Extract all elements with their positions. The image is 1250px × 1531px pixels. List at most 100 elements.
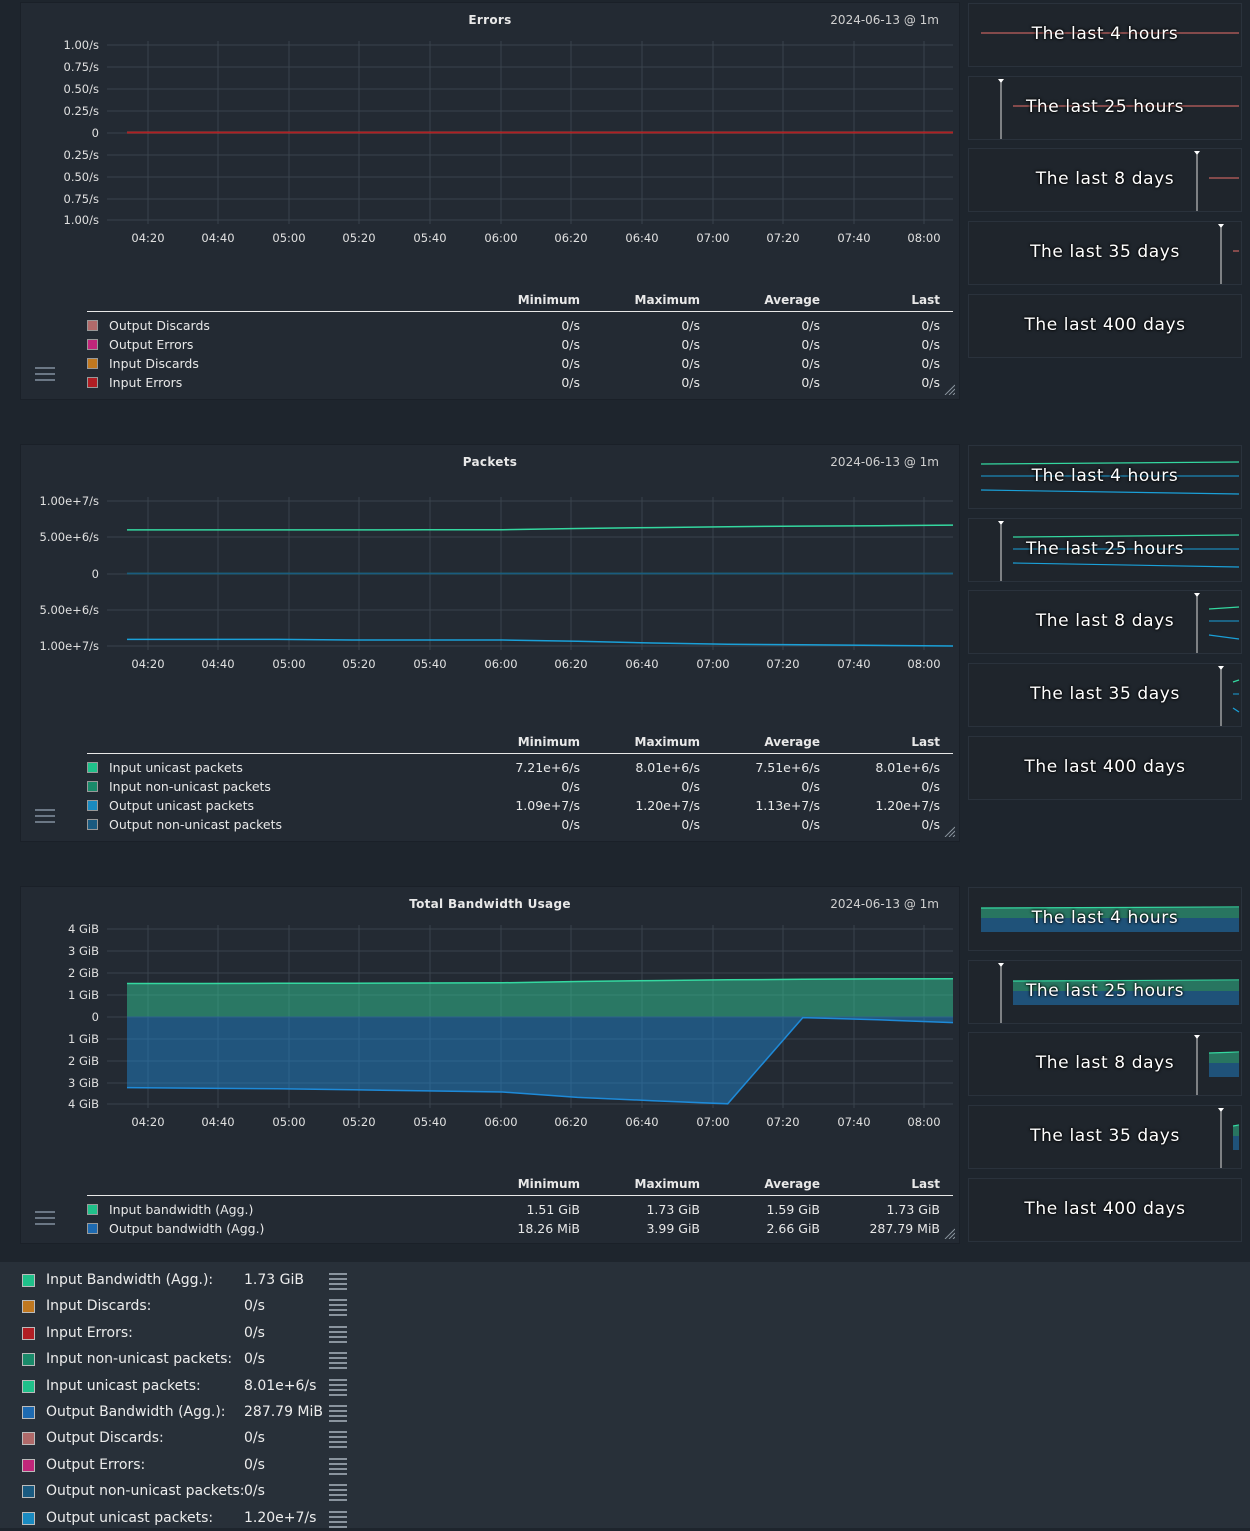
timerange-thumbnail[interactable]: The last 400 days — [968, 294, 1242, 358]
stat-max: 1.20e+7/s — [635, 798, 700, 813]
thumbnail-label: The last 25 hours — [1025, 981, 1185, 1001]
x-tick-label: 05:20 — [342, 1115, 375, 1129]
resize-handle-icon[interactable] — [943, 1227, 955, 1239]
panel-menu-icon[interactable] — [35, 1211, 55, 1227]
series-swatch — [22, 1300, 35, 1314]
x-tick-label: 06:40 — [625, 1115, 658, 1129]
y-tick-label: 1.00e+7/s — [40, 639, 100, 653]
stats-header-max: Maximum — [634, 293, 700, 307]
legend-name: Input unicast packets: — [46, 1377, 201, 1394]
series-line — [127, 638, 954, 647]
y-tick-label: 1 GiB — [68, 988, 99, 1002]
panel-menu-icon[interactable] — [35, 367, 55, 383]
stats-header-min: Minimum — [517, 293, 580, 307]
x-tick-label: 04:20 — [131, 231, 164, 245]
timerange-thumbnail[interactable]: The last 25 hours — [968, 76, 1242, 140]
y-tick-label: 0.75/s — [64, 60, 99, 74]
packets-chart: 1.00e+7/s 5.00e+6/s 0 5.00e+6/s 1.00e+7/s 04:… — [40, 494, 954, 671]
timerange-thumbnail[interactable]: The last 4 hours — [968, 445, 1242, 509]
y-tick-label: 0.50/s — [64, 170, 99, 184]
timerange-thumbnail[interactable]: The last 8 days — [968, 590, 1242, 654]
stats-row: Output Errors 0/s 0/s 0/s 0/s — [87, 335, 953, 354]
stat-max: 0/s — [681, 779, 700, 794]
y-tick-label: 0 — [92, 126, 99, 140]
y-tick-label: 1 GiB — [68, 1032, 99, 1046]
stats-header-last: Last — [911, 293, 940, 307]
stats-row: Output bandwidth (Agg.) 18.26 MiB 3.99 GiB… — [87, 1219, 953, 1238]
x-tick-label: 07:20 — [766, 657, 799, 671]
errors-panel: 1.00/s 0.75/s 0.50/s 0.25/s 0 0.25/s 0.50/s 0.7… — [20, 2, 960, 400]
panel-timestamp: 2024-06-13 @ 1m — [830, 455, 939, 469]
timerange-thumbnail[interactable]: The last 35 days — [968, 1105, 1242, 1169]
stat-avg: 2.66 GiB — [766, 1221, 820, 1236]
y-tick-label: 3 GiB — [68, 1076, 99, 1090]
y-tick-label: 1.00/s — [64, 213, 99, 227]
legend-menu-icon[interactable] — [329, 1378, 347, 1399]
stats-header-min: Minimum — [517, 1177, 580, 1191]
legend-name: Output Errors: — [46, 1456, 146, 1473]
x-tick-label: 04:40 — [201, 657, 234, 671]
resize-handle-icon[interactable] — [943, 825, 955, 837]
x-tick-label: 07:00 — [696, 231, 729, 245]
y-tick-label: 2 GiB — [68, 1054, 99, 1068]
x-tick-label: 06:40 — [625, 657, 658, 671]
stat-min: 0/s — [561, 817, 580, 832]
stat-max: 8.01e+6/s — [635, 760, 700, 775]
x-tick-label: 05:00 — [272, 657, 305, 671]
x-tick-label: 07:40 — [837, 657, 870, 671]
legend-menu-icon[interactable] — [329, 1405, 347, 1425]
x-tick-label: 05:20 — [342, 657, 375, 671]
stats-table: Minimum Maximum Average Last Input unicast p… — [87, 733, 953, 834]
timerange-thumbnail[interactable]: The last 8 days — [968, 1032, 1242, 1096]
legend-menu-icon[interactable] — [329, 1325, 347, 1346]
stats-header-last: Last — [911, 1177, 940, 1191]
series-name: Input Discards — [109, 356, 199, 371]
series-swatch — [22, 1458, 35, 1472]
legend-menu-icon[interactable] — [329, 1273, 347, 1293]
legend-value: 8.01e+6/s — [244, 1377, 317, 1394]
legend-name: Input non-unicast packets: — [46, 1351, 233, 1368]
timerange-thumbnail[interactable]: The last 4 hours — [968, 3, 1242, 67]
x-tick-label: 06:20 — [554, 657, 587, 671]
timerange-thumbnail[interactable]: The last 25 hours — [968, 518, 1242, 582]
timerange-thumbnail[interactable]: The last 25 hours — [968, 960, 1242, 1024]
x-tick-label: 05:40 — [413, 657, 446, 671]
stats-row: Input bandwidth (Agg.) 1.51 GiB 1.73 GiB 1.… — [87, 1200, 953, 1219]
resize-handle-icon[interactable] — [943, 383, 955, 395]
panel-title: Packets — [462, 455, 518, 469]
timerange-thumbnail[interactable]: The last 8 days — [968, 148, 1242, 212]
stat-min: 0/s — [561, 779, 580, 794]
stat-last: 1.20e+7/s — [875, 798, 940, 813]
timerange-thumbnail[interactable]: The last 400 days — [968, 736, 1242, 800]
stat-min: 18.26 MiB — [517, 1221, 580, 1236]
series-name: Input bandwidth (Agg.) — [109, 1202, 254, 1217]
timerange-thumbnail[interactable]: The last 4 hours — [968, 887, 1242, 951]
thumbnail-label: The last 35 days — [1030, 1126, 1180, 1146]
series-swatch — [87, 1204, 98, 1215]
stats-row: Output unicast packets 1.09e+7/s 1.20e+7/s… — [87, 796, 953, 815]
y-tick-label: 0.50/s — [64, 82, 99, 96]
y-tick-label: 0 — [92, 1010, 99, 1024]
timerange-thumbnail[interactable]: The last 35 days — [968, 663, 1242, 727]
panel-menu-icon[interactable] — [35, 809, 55, 825]
x-tick-label: 07:40 — [837, 231, 870, 245]
stats-row: Input unicast packets 7.21e+6/s 8.01e+6/s 7… — [87, 758, 953, 777]
series-swatch — [22, 1485, 35, 1499]
thumbnail-label: The last 4 hours — [1031, 466, 1179, 486]
y-tick-label: 4 GiB — [68, 1097, 99, 1111]
thumbnail-label: The last 8 days — [1035, 611, 1175, 631]
legend-menu-icon[interactable] — [329, 1431, 347, 1451]
y-tick-label: 5.00e+6/s — [40, 530, 100, 544]
panel-title: Total Bandwidth Usage — [409, 897, 571, 911]
timerange-thumbnail[interactable]: The last 400 days — [968, 1178, 1242, 1242]
legend-menu-icon[interactable] — [329, 1484, 347, 1504]
timerange-thumbnail[interactable]: The last 35 days — [968, 221, 1242, 285]
stats-row: Input Errors 0/s 0/s 0/s 0/s — [87, 373, 953, 392]
bandwidth-chart: 4 GiB 3 GiB 2 GiB 1 GiB 0 1 GiB 2 GiB 3 GiB 4 Gi… — [68, 922, 954, 1129]
stat-last: 0/s — [921, 318, 940, 333]
x-tick-label: 06:00 — [484, 231, 517, 245]
series-swatch — [87, 800, 98, 811]
legend-menu-icon[interactable] — [329, 1457, 347, 1478]
legend-menu-icon[interactable] — [329, 1352, 347, 1372]
legend-menu-icon[interactable] — [329, 1299, 347, 1319]
